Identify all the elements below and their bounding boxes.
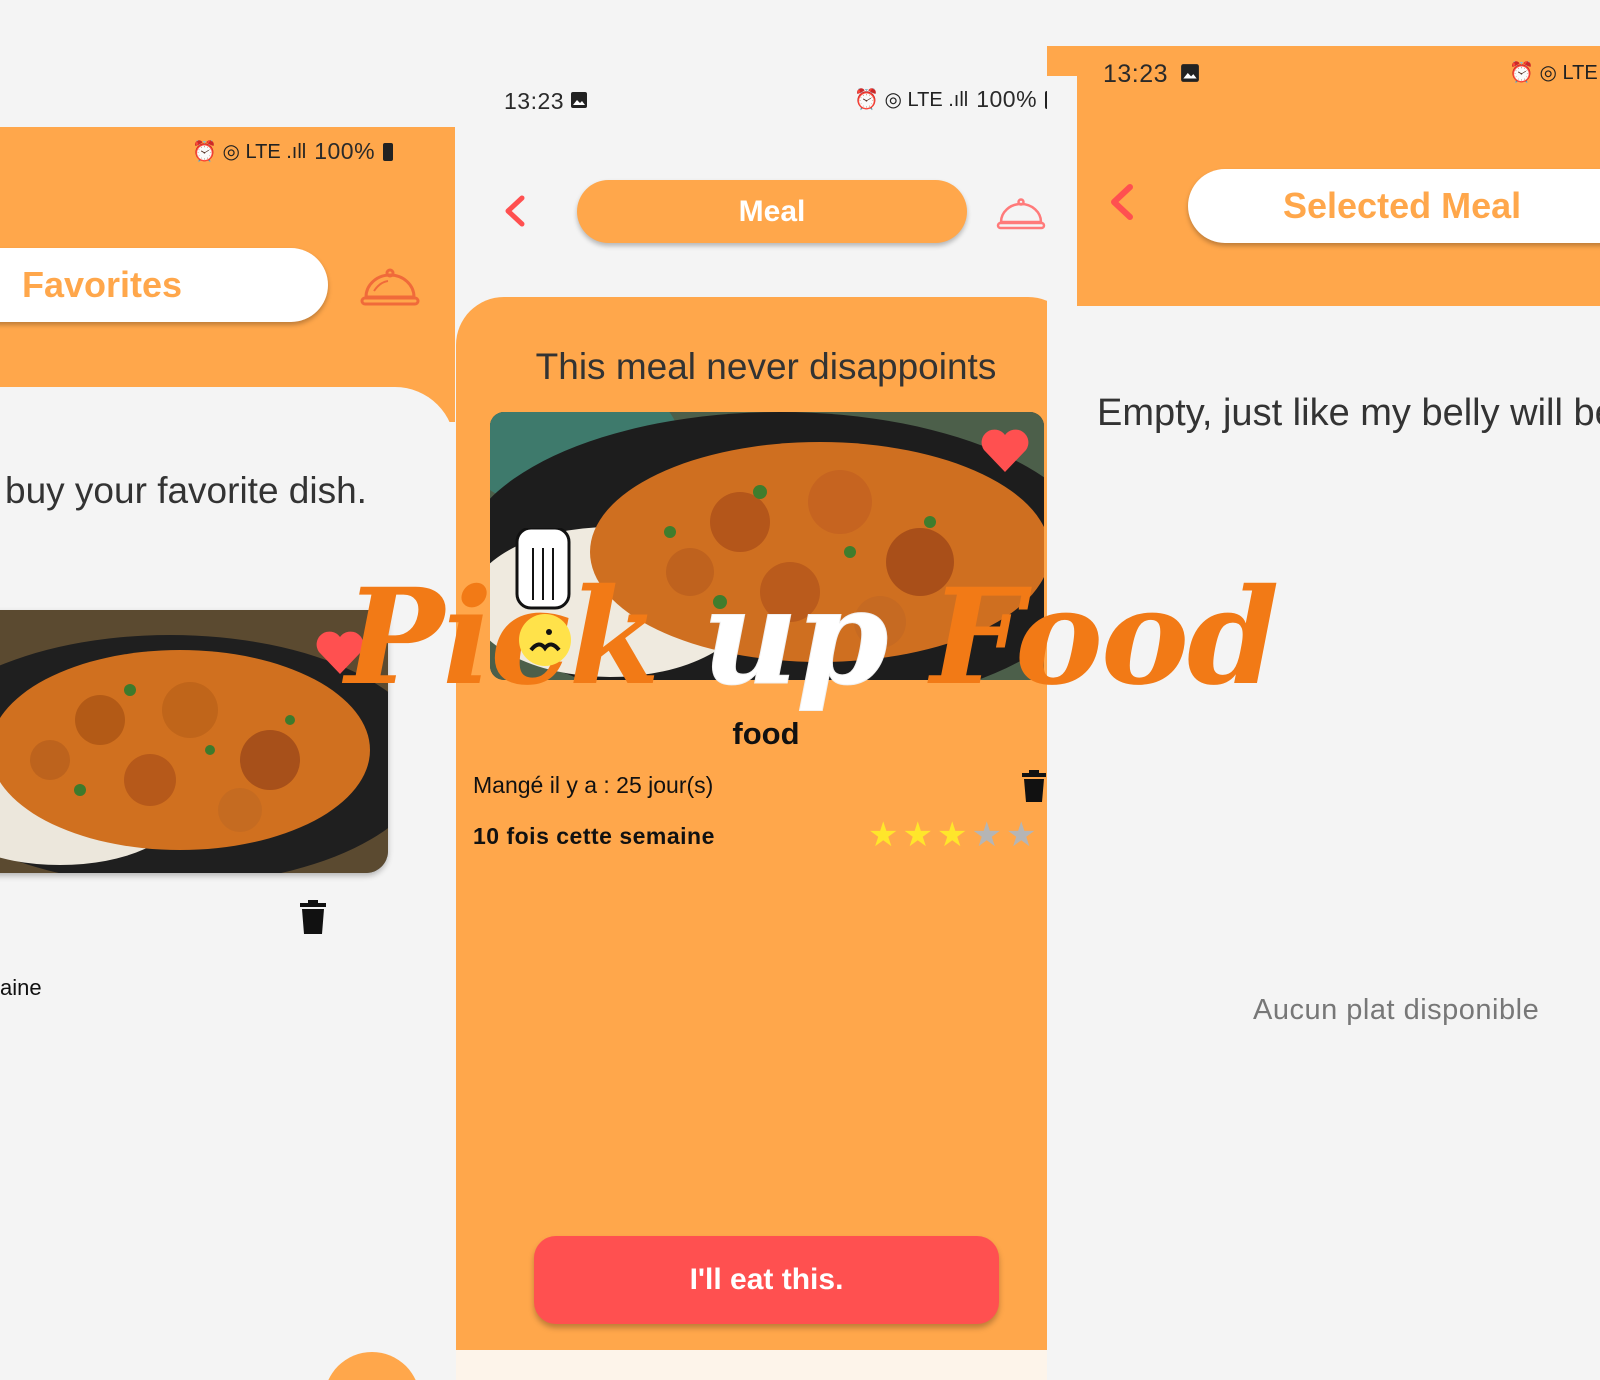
status-icons: ⏰ ◎ LTE .ıll — [192, 141, 307, 163]
system-nav-bar — [456, 1350, 1076, 1380]
eaten-ago: Mangé il y a : 25 jour(s) — [473, 772, 714, 798]
trash-icon[interactable] — [1022, 770, 1046, 807]
star-icon[interactable]: ★ — [868, 818, 898, 852]
cloche-icon[interactable] — [360, 265, 420, 310]
gallery-icon — [570, 91, 588, 114]
favorite-caption: aine — [0, 975, 42, 1000]
heart-icon[interactable] — [980, 428, 1030, 479]
back-icon[interactable] — [502, 194, 528, 233]
favorites-subtitle: buy your favorite dish. — [5, 470, 367, 511]
selected-meal-headline: Empty, just like my belly will be — [1097, 392, 1600, 434]
trash-icon[interactable] — [300, 900, 326, 939]
favorites-content — [0, 387, 455, 1380]
back-icon[interactable] — [1107, 182, 1137, 227]
times-week: 10 fois cette semaine — [473, 823, 715, 849]
meal-image[interactable] — [490, 412, 1044, 680]
favorites-screen: ⏰ ◎ LTE .ıll 100% Favorites buy your fav… — [0, 0, 455, 1380]
battery-level: 100% — [976, 86, 1038, 112]
meal-headline: This meal never disappoints — [535, 346, 997, 387]
status-icons: ⏰ ◎ LTE — [1509, 62, 1598, 84]
page-title: Favorites — [0, 248, 328, 322]
status-bar: ⏰ ◎ LTE .ıll 100% — [854, 86, 1056, 113]
status-bar: ⏰ ◎ LTE — [1509, 60, 1598, 85]
gallery-icon — [1180, 63, 1200, 88]
page-title: Meal — [577, 180, 967, 243]
star-icon[interactable]: ★ — [971, 818, 1001, 852]
selected-meal-screen: 13:23 ⏰ ◎ LTE Selected Meal Empty, just … — [1047, 46, 1600, 1380]
status-time: 13:23 — [1103, 60, 1169, 88]
page-title: Selected Meal — [1188, 169, 1600, 243]
empty-state-text: Aucun plat disponible — [1253, 994, 1540, 1026]
star-icon[interactable]: ★ — [937, 818, 967, 852]
star-icon[interactable]: ★ — [902, 818, 932, 852]
star-rating[interactable]: ★ ★ ★ ★ ★ — [868, 818, 1036, 852]
status-time: 13:23 — [504, 88, 565, 114]
status-icons: ⏰ ◎ LTE .ıll — [854, 89, 969, 111]
status-bar: ⏰ ◎ LTE .ıll 100% — [192, 138, 394, 165]
cloche-icon[interactable] — [996, 196, 1046, 237]
star-icon[interactable]: ★ — [1006, 818, 1036, 852]
eat-button[interactable]: I'll eat this. — [534, 1236, 999, 1324]
heart-icon[interactable] — [315, 630, 365, 681]
header-notch — [1047, 76, 1077, 306]
battery-level: 100% — [314, 138, 376, 164]
meal-name: food — [732, 716, 800, 751]
battery-icon — [383, 142, 394, 161]
meal-screen: 13:23 ⏰ ◎ LTE .ıll 100% Meal This meal n… — [456, 0, 1076, 1380]
